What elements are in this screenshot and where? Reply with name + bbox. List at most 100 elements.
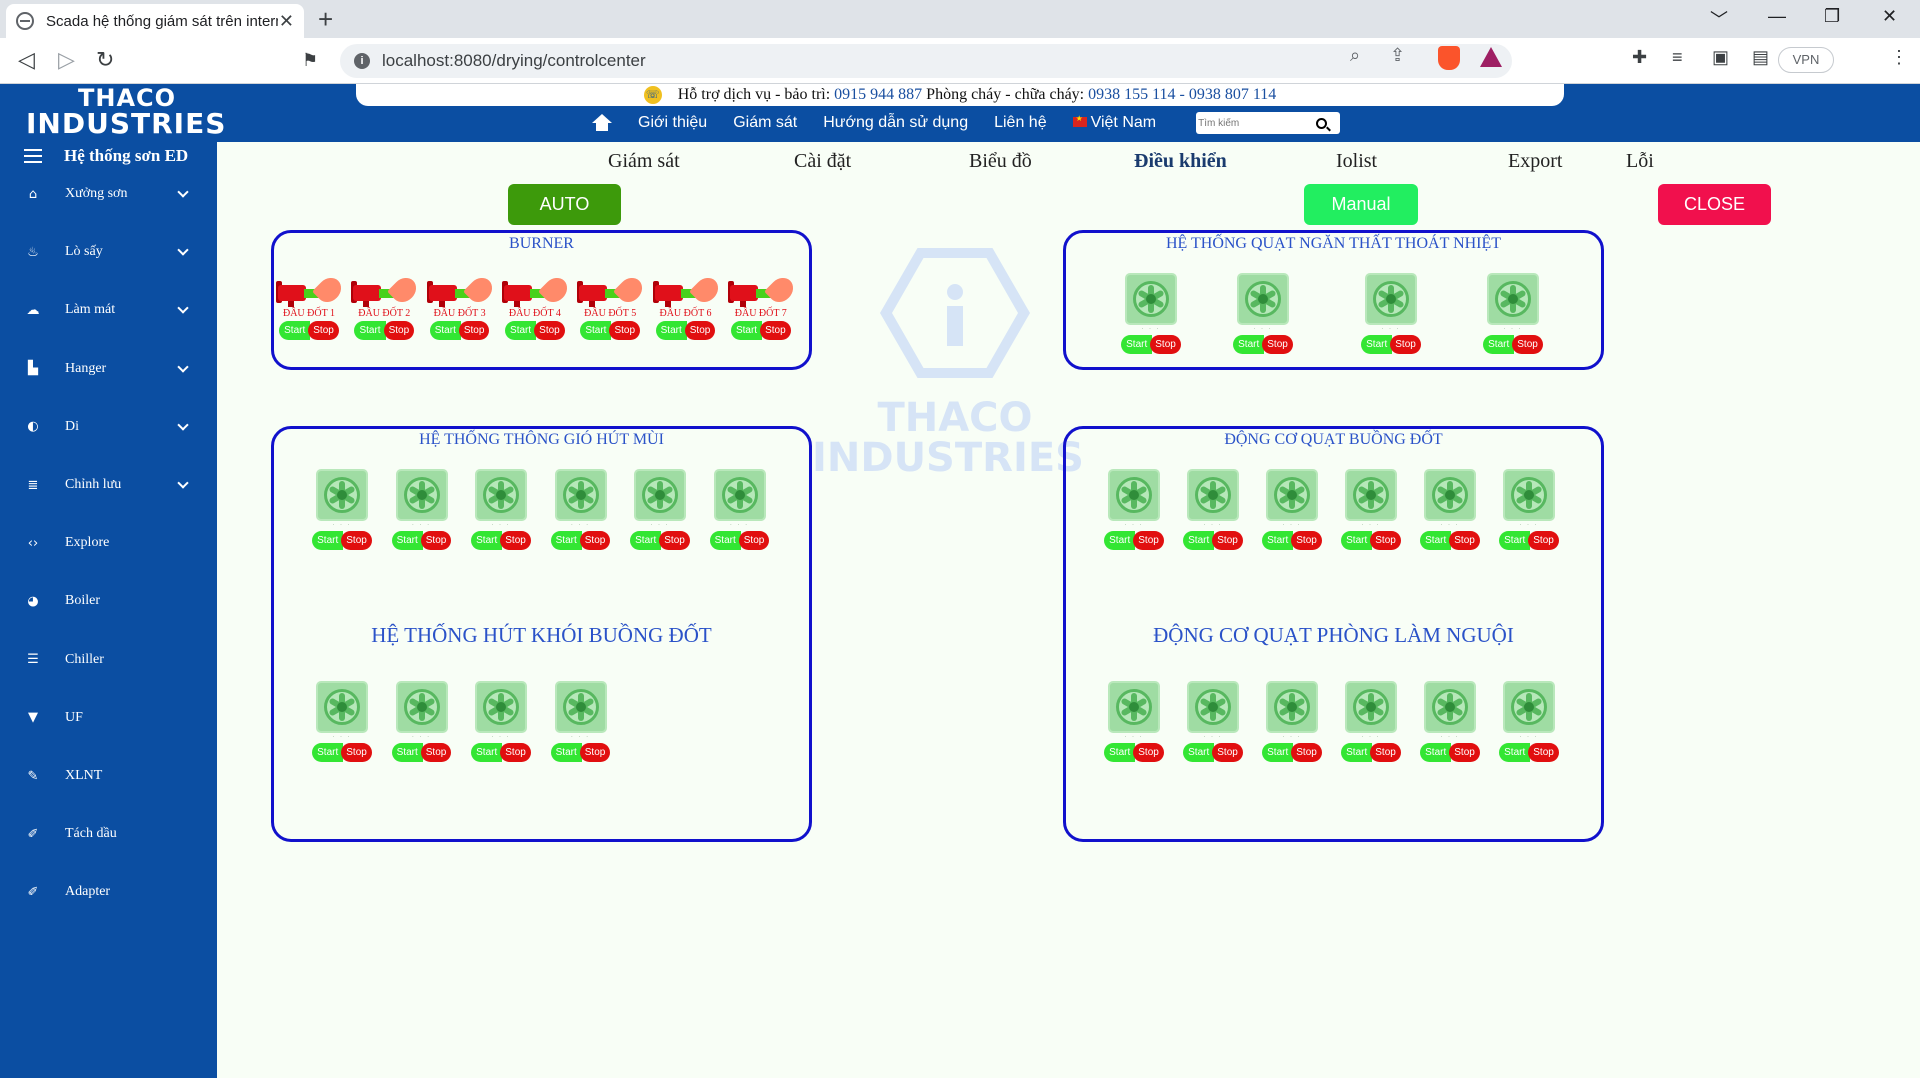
close-tab-icon[interactable]: ✕ bbox=[279, 11, 294, 32]
vpn-button[interactable]: VPN bbox=[1778, 47, 1834, 73]
tab-bieu-do[interactable]: Biểu đồ bbox=[969, 150, 1032, 173]
back-icon[interactable]: ◁ bbox=[18, 47, 35, 73]
search-icon[interactable] bbox=[1316, 117, 1328, 129]
start-button[interactable]: Start bbox=[429, 321, 461, 340]
site-info-icon[interactable]: i bbox=[354, 53, 370, 69]
reload-icon[interactable]: ↻ bbox=[96, 47, 114, 73]
stop-button[interactable]: Stop bbox=[1133, 743, 1164, 762]
start-button[interactable]: Start bbox=[1499, 531, 1531, 550]
start-button[interactable]: Start bbox=[580, 321, 612, 340]
brave-shield-icon[interactable] bbox=[1438, 46, 1460, 70]
sidebar-toggle-icon[interactable]: ▣ bbox=[1712, 47, 1729, 68]
hamburger-icon[interactable] bbox=[24, 149, 42, 163]
url-text[interactable]: localhost:8080/drying/controlcenter bbox=[382, 51, 646, 71]
fan-icon[interactable] bbox=[316, 681, 368, 733]
minimize-button[interactable]: — bbox=[1768, 6, 1786, 27]
stop-button[interactable]: Stop bbox=[1291, 743, 1322, 762]
stop-button[interactable]: Stop bbox=[1528, 743, 1559, 762]
fan-icon[interactable] bbox=[316, 469, 368, 521]
start-button[interactable]: Start bbox=[1483, 335, 1515, 354]
sidebar-item[interactable]: ✐ Tách dầu bbox=[0, 816, 217, 852]
bookmark-icon[interactable]: ⚑ bbox=[302, 47, 318, 73]
stop-button[interactable]: Stop bbox=[341, 743, 372, 762]
fan-icon[interactable] bbox=[554, 469, 607, 521]
sidebar-item[interactable]: ♨ Lò sấy bbox=[0, 234, 217, 270]
start-button[interactable]: Start bbox=[1121, 335, 1153, 354]
burner-icon[interactable] bbox=[276, 273, 346, 307]
home-icon[interactable] bbox=[592, 114, 612, 132]
start-button[interactable]: Start bbox=[312, 531, 344, 550]
fan-icon[interactable] bbox=[1266, 681, 1318, 733]
start-button[interactable]: Start bbox=[1361, 335, 1393, 354]
fan-icon[interactable] bbox=[634, 469, 686, 521]
stop-button[interactable]: Stop bbox=[579, 531, 611, 550]
fan-icon[interactable] bbox=[1424, 469, 1476, 521]
tab-export[interactable]: Export bbox=[1508, 150, 1562, 173]
sidebar-item[interactable]: ◐ Di bbox=[0, 409, 217, 445]
stop-button[interactable]: Stop bbox=[1390, 335, 1421, 354]
fan-icon[interactable] bbox=[1365, 273, 1417, 325]
start-button[interactable]: Start bbox=[1183, 531, 1215, 550]
fan-icon[interactable] bbox=[1108, 681, 1160, 733]
start-button[interactable]: Start bbox=[1420, 531, 1452, 550]
fan-icon[interactable] bbox=[1187, 681, 1239, 733]
fan-icon[interactable] bbox=[395, 681, 448, 733]
url-field[interactable]: i localhost:8080/drying/controlcenter bbox=[340, 44, 1512, 78]
tab-loi[interactable]: Lỗi bbox=[1626, 150, 1654, 173]
start-button[interactable]: Start bbox=[1233, 335, 1265, 354]
chevron-down-icon[interactable] bbox=[177, 186, 189, 198]
chevron-down-icon[interactable] bbox=[177, 419, 189, 431]
stop-button[interactable]: Stop bbox=[1528, 531, 1559, 550]
sidebar-item[interactable]: ⌂ Xưởng sơn bbox=[0, 176, 217, 212]
close-button[interactable]: CLOSE bbox=[1658, 184, 1771, 225]
burner-icon[interactable] bbox=[351, 273, 422, 307]
manual-button[interactable]: Manual bbox=[1304, 184, 1418, 225]
fan-icon[interactable] bbox=[1487, 273, 1539, 325]
fan-icon[interactable] bbox=[1345, 681, 1397, 733]
start-button[interactable]: Start bbox=[391, 743, 423, 762]
sidebar-item[interactable]: ▼ UF bbox=[0, 700, 217, 736]
stop-button[interactable]: Stop bbox=[1150, 335, 1181, 354]
stop-button[interactable]: Stop bbox=[341, 531, 372, 550]
start-button[interactable]: Start bbox=[471, 531, 503, 550]
fan-icon[interactable] bbox=[475, 681, 527, 733]
new-tab-button[interactable]: + bbox=[318, 4, 333, 35]
stop-button[interactable]: Stop bbox=[500, 743, 531, 762]
stop-button[interactable]: Stop bbox=[609, 321, 641, 340]
search-input[interactable] bbox=[1198, 117, 1317, 129]
chevron-down-icon[interactable] bbox=[177, 244, 189, 256]
start-button[interactable]: Start bbox=[505, 321, 537, 340]
stop-button[interactable]: Stop bbox=[1262, 335, 1293, 354]
stop-button[interactable]: Stop bbox=[1212, 531, 1243, 550]
nav-contact[interactable]: Liên hệ bbox=[994, 114, 1047, 132]
start-button[interactable]: Start bbox=[1262, 531, 1294, 550]
fan-icon[interactable] bbox=[475, 469, 527, 521]
stop-button[interactable]: Stop bbox=[1212, 743, 1243, 762]
stop-button[interactable]: Stop bbox=[500, 531, 531, 550]
start-button[interactable]: Start bbox=[709, 531, 741, 550]
start-button[interactable]: Start bbox=[1262, 743, 1294, 762]
start-button[interactable]: Start bbox=[391, 531, 423, 550]
logo[interactable]: THACO INDUSTRIES bbox=[26, 86, 226, 138]
tab-search-icon[interactable]: ﹀ bbox=[1710, 6, 1728, 32]
fan-icon[interactable] bbox=[395, 469, 448, 521]
nav-about[interactable]: Giới thiệu bbox=[638, 114, 707, 132]
fan-icon[interactable] bbox=[554, 681, 607, 733]
sidebar-item[interactable]: ☁ Làm mát bbox=[0, 292, 217, 328]
start-button[interactable]: Start bbox=[279, 321, 311, 340]
stop-button[interactable]: Stop bbox=[458, 321, 490, 340]
sidebar-item[interactable]: ‹› Explore bbox=[0, 525, 217, 561]
stop-button[interactable]: Stop bbox=[1449, 531, 1480, 550]
maximize-button[interactable]: ❐ bbox=[1824, 6, 1840, 27]
sidebar-item[interactable]: ▙ Hanger bbox=[0, 351, 217, 387]
start-button[interactable]: Start bbox=[1104, 743, 1136, 762]
browser-tab[interactable]: Scada hệ thống giám sát trên internet ✕ bbox=[6, 4, 304, 38]
stop-button[interactable]: Stop bbox=[659, 531, 690, 550]
burner-icon[interactable] bbox=[426, 273, 497, 307]
sidebar-item[interactable]: ✐ Adapter bbox=[0, 874, 217, 910]
stop-button[interactable]: Stop bbox=[1291, 531, 1322, 550]
stop-button[interactable]: Stop bbox=[1133, 531, 1164, 550]
burner-icon[interactable] bbox=[727, 273, 798, 307]
brave-rewards-icon[interactable] bbox=[1480, 47, 1502, 67]
zoom-icon[interactable]: ⌕ bbox=[1350, 45, 1360, 66]
